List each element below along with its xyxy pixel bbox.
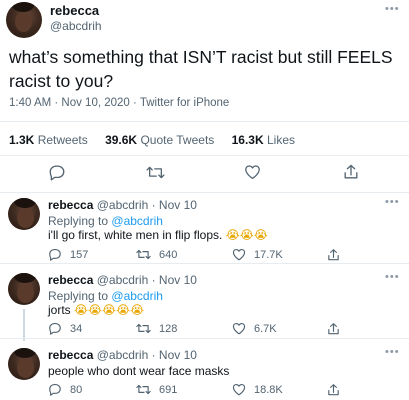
- replying-to: Replying to @abcdrih: [48, 214, 163, 228]
- retweets-stat[interactable]: 1.3K Retweets: [9, 133, 91, 147]
- retweet-button[interactable]: 691: [136, 383, 177, 396]
- comment-bubble-icon: [49, 383, 61, 396]
- crying-emoji-icon: 😭😭😭: [225, 228, 268, 242]
- reply-header: rebecca @abcdrih · Nov 10: [48, 273, 197, 287]
- reply-tweet[interactable]: rebecca @abcdrih · Nov 10 ••• Replying t…: [0, 265, 409, 341]
- reply-text: jorts 😭😭😭😭😭: [48, 303, 144, 317]
- comment-bubble-icon[interactable]: [48, 164, 66, 181]
- reply-text: people who dont wear face masks: [48, 364, 229, 378]
- reply-text-body: jorts: [48, 303, 71, 317]
- reply-tweet[interactable]: rebecca @abcdrih · Nov 10 ••• people who…: [0, 340, 409, 400]
- like-count: 6.7K: [254, 322, 277, 335]
- reply-text-body: i'll go first, white men in flip flops.: [48, 228, 223, 242]
- likes-count: 16.3K: [231, 133, 264, 147]
- reply-button[interactable]: 34: [48, 322, 82, 335]
- share-upload-icon: [328, 249, 339, 261]
- reply-count: 157: [70, 248, 89, 261]
- likes-stat[interactable]: 16.3K Likes: [232, 133, 295, 147]
- reply-actions: 80 691 18.8K: [0, 383, 409, 399]
- reply-text-body: people who dont wear face masks: [48, 364, 230, 378]
- author-handle-date[interactable]: @abcdrih · Nov 10: [97, 348, 197, 362]
- reply-actions: 34 128 6.7K: [0, 322, 409, 338]
- crying-emoji-icon: 😭😭😭😭😭: [74, 303, 145, 317]
- quotes-count: 39.6K: [105, 133, 138, 147]
- replying-to-label: Replying to: [48, 214, 109, 228]
- avatar[interactable]: [6, 2, 42, 38]
- like-button[interactable]: 17.7K: [232, 248, 283, 261]
- more-horizontal-icon[interactable]: •••: [385, 196, 400, 208]
- reply-count: 80: [70, 383, 83, 396]
- retweet-button[interactable]: 640: [136, 248, 177, 261]
- likes-label: Likes: [267, 133, 296, 147]
- heart-icon[interactable]: [244, 164, 261, 180]
- reply-header: rebecca @abcdrih · Nov 10: [48, 198, 197, 212]
- like-count: 18.8K: [254, 383, 283, 396]
- retweet-arrows-icon: [136, 249, 151, 260]
- quotes-label: Quote Tweets: [140, 133, 215, 147]
- author-handle-date[interactable]: @abcdrih · Nov 10: [97, 198, 197, 212]
- heart-icon: [232, 322, 246, 335]
- divider: [0, 338, 409, 339]
- tweet-actions: [0, 160, 409, 186]
- reply-count: 34: [70, 322, 83, 335]
- share-upload-icon: [328, 323, 339, 335]
- retweet-arrows-icon: [136, 323, 151, 334]
- tweet-stats: 1.3K Retweets 39.6K Quote Tweets 16.3K L…: [9, 133, 309, 147]
- retweet-count: 640: [159, 248, 178, 261]
- share-button[interactable]: [327, 248, 340, 262]
- divider: [0, 155, 409, 156]
- reply-actions: 157 640 17.7K: [0, 248, 409, 264]
- replying-to-label: Replying to: [48, 289, 109, 303]
- reply-text: i'll go first, white men in flip flops. …: [48, 228, 268, 242]
- retweet-button[interactable]: 128: [136, 322, 177, 335]
- main-tweet: rebecca @abcdrih ••• what’s something th…: [0, 0, 409, 197]
- retweets-count: 1.3K: [9, 133, 35, 147]
- author-handle[interactable]: @abcdrih: [50, 19, 102, 33]
- mention-link[interactable]: @abcdrih: [111, 214, 163, 228]
- divider: [0, 121, 409, 122]
- author-name[interactable]: rebecca: [48, 348, 93, 362]
- comment-bubble-icon: [49, 248, 61, 261]
- author-name[interactable]: rebecca: [48, 198, 93, 212]
- avatar[interactable]: [8, 348, 40, 380]
- avatar[interactable]: [8, 198, 40, 230]
- retweet-count: 128: [159, 322, 178, 335]
- share-button[interactable]: [327, 322, 340, 336]
- share-upload-icon: [328, 384, 339, 396]
- author-handle-date[interactable]: @abcdrih · Nov 10: [97, 273, 197, 287]
- reply-button[interactable]: 80: [48, 383, 82, 396]
- share-button[interactable]: [327, 383, 340, 397]
- heart-icon: [232, 383, 246, 396]
- share-upload-icon[interactable]: [343, 163, 359, 181]
- divider: [0, 263, 409, 264]
- retweet-arrows-icon[interactable]: [146, 164, 165, 181]
- reply-tweet[interactable]: rebecca @abcdrih · Nov 10 ••• Replying t…: [0, 190, 409, 262]
- comment-bubble-icon: [49, 322, 61, 335]
- replying-to: Replying to @abcdrih: [48, 289, 163, 303]
- reply-header: rebecca @abcdrih · Nov 10: [48, 348, 197, 362]
- heart-icon: [232, 248, 246, 261]
- retweets-label: Retweets: [37, 133, 88, 147]
- avatar[interactable]: [8, 273, 40, 305]
- more-horizontal-icon[interactable]: •••: [385, 271, 400, 283]
- like-count: 17.7K: [254, 248, 283, 261]
- more-horizontal-icon[interactable]: •••: [385, 3, 400, 15]
- retweet-arrows-icon: [136, 384, 151, 395]
- reply-button[interactable]: 157: [48, 248, 88, 261]
- author-name[interactable]: rebecca: [50, 3, 99, 18]
- retweet-count: 691: [159, 383, 178, 396]
- tweet-text: what’s something that ISN’T racist but s…: [9, 47, 393, 91]
- author-name[interactable]: rebecca: [48, 273, 93, 287]
- mention-link[interactable]: @abcdrih: [111, 289, 163, 303]
- quotes-stat[interactable]: 39.6K Quote Tweets: [105, 133, 218, 147]
- more-horizontal-icon[interactable]: •••: [385, 346, 400, 358]
- like-button[interactable]: 6.7K: [232, 322, 277, 335]
- tweet-timestamp[interactable]: 1:40 AM · Nov 10, 2020 · Twitter for iPh…: [9, 97, 229, 109]
- like-button[interactable]: 18.8K: [232, 383, 283, 396]
